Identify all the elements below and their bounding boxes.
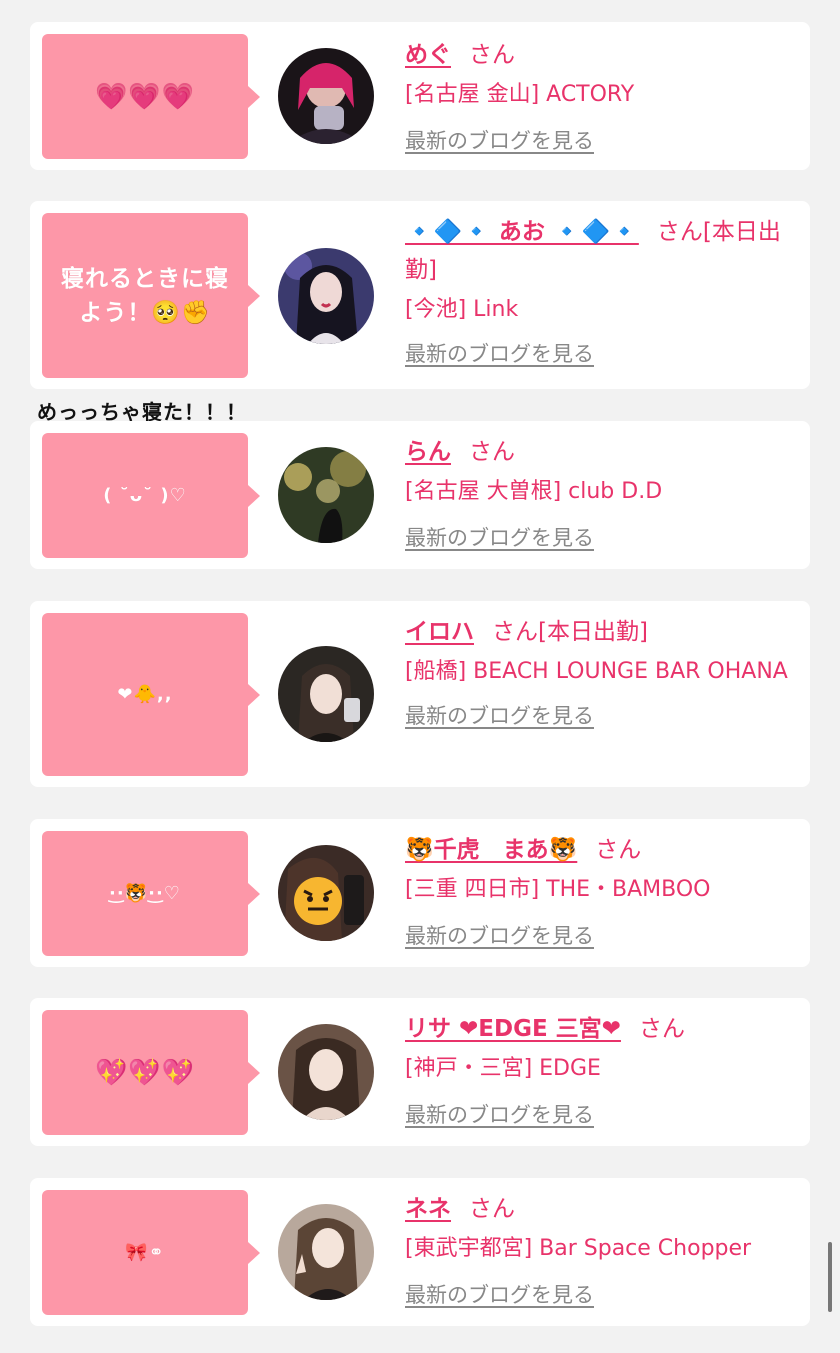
blog-title-bubble[interactable]: 💗💗💗 <box>42 34 260 159</box>
blog-title-bubble[interactable]: 寝れるときに寝よう！🥺✊ <box>42 213 260 378</box>
cast-name-link[interactable]: リサ ❤EDGE 三宮❤ <box>405 1016 621 1042</box>
cast-name-link[interactable]: 🔹🔷🔹 あお 🔹🔷🔹 <box>405 219 639 245</box>
cast-card: 💗💗💗 めぐ さん [名古屋 金山] ACTORY 最新のブログを見る <box>30 22 810 170</box>
cast-card: ·͜·🐯·͜·♡ 🐯千虎 まあ🐯 さん [三重 四日市] THE・BAMBOO 最… <box>30 819 810 967</box>
avatar-photo <box>278 845 374 941</box>
honorific-label: さん <box>469 439 515 465</box>
cast-avatar[interactable] <box>278 845 374 941</box>
avatar-photo <box>278 646 374 742</box>
blog-title-bubble[interactable]: 💖💖💖 <box>42 1010 260 1135</box>
cast-name-link[interactable]: イロハ <box>405 619 474 645</box>
avatar-photo <box>278 248 374 344</box>
latest-blog-link[interactable]: 最新のブログを見る <box>405 1279 594 1309</box>
blog-title-text: ·͜·🐯·͜·♡ <box>109 882 181 904</box>
honorific-label: さん <box>638 1016 685 1042</box>
blog-title-text: 🎀⚭ <box>125 1241 165 1263</box>
cast-card: ❤🐥,, イロハ さん[本日出勤] [船橋] BEACH LOUNGE BAR O… <box>30 601 810 787</box>
blog-title-text: ( ˘ᴗ˘ )♡ <box>103 484 187 506</box>
cast-card: ( ˘ᴗ˘ )♡ らん さん [名古屋 大曽根] club D.D 最新のブログを… <box>30 421 810 569</box>
shop-label: [名古屋 大曽根] club D.D <box>405 479 663 504</box>
blog-title-bubble[interactable]: 🎀⚭ <box>42 1190 260 1315</box>
cast-blog-feed: 💗💗💗 めぐ さん [名古屋 金山] ACTORY 最新のブログを見る 寝れるとき… <box>0 0 840 1353</box>
honorific-label: さん <box>469 42 515 68</box>
blog-title-text: 💖💖💖 <box>94 1057 196 1088</box>
avatar-photo <box>278 1204 374 1300</box>
blog-title-bubble[interactable]: ( ˘ᴗ˘ )♡ <box>42 433 260 558</box>
cast-card: 🎀⚭ ネネ さん [東武宇都宮] Bar Space Chopper 最新のブログ… <box>30 1178 810 1326</box>
blog-title-bubble[interactable]: ·͜·🐯·͜·♡ <box>42 831 260 956</box>
cast-avatar[interactable] <box>278 646 374 742</box>
latest-blog-link[interactable]: 最新のブログを見る <box>405 700 594 730</box>
blog-title-bubble[interactable]: ❤🐥,, <box>42 613 260 776</box>
blog-title-text: 💗💗💗 <box>94 81 196 112</box>
cast-avatar[interactable] <box>278 447 374 543</box>
cast-card: 💖💖💖 リサ ❤EDGE 三宮❤ さん [神戸・三宮] EDGE 最新のブログを見… <box>30 998 810 1146</box>
avatar-photo <box>278 48 374 144</box>
latest-blog-link[interactable]: 最新のブログを見る <box>405 920 594 950</box>
cast-avatar[interactable] <box>278 1204 374 1300</box>
avatar-photo <box>278 1024 374 1120</box>
shop-label: [船橋] BEACH LOUNGE BAR OHANA <box>405 659 788 684</box>
honorific-label: さん <box>595 837 642 863</box>
cast-avatar[interactable] <box>278 48 374 144</box>
latest-blog-link[interactable]: 最新のブログを見る <box>405 125 594 155</box>
shop-label: [今池] Link <box>405 297 519 322</box>
blog-title-text: 寝れるときに寝よう！🥺✊ <box>61 265 229 326</box>
shop-label: [名古屋 金山] ACTORY <box>405 82 635 107</box>
cast-name-link[interactable]: 🐯千虎 まあ🐯 <box>405 837 577 863</box>
honorific-label: さん[本日出勤] <box>492 619 648 645</box>
cast-name-link[interactable]: ネネ <box>405 1196 451 1222</box>
cast-avatar[interactable] <box>278 248 374 344</box>
shop-label: [三重 四日市] THE・BAMBOO <box>405 877 711 902</box>
cast-name-link[interactable]: らん <box>405 439 451 465</box>
latest-blog-link[interactable]: 最新のブログを見る <box>405 522 594 552</box>
honorific-label: さん <box>469 1196 515 1222</box>
cast-name-link[interactable]: めぐ <box>405 42 451 68</box>
shop-label: [神戸・三宮] EDGE <box>405 1056 601 1081</box>
latest-blog-link[interactable]: 最新のブログを見る <box>405 1099 594 1129</box>
blog-title-text: ❤🐥,, <box>117 683 173 705</box>
latest-blog-link[interactable]: 最新のブログを見る <box>405 338 594 368</box>
scrollbar-thumb[interactable] <box>828 1242 832 1312</box>
cast-card: 寝れるときに寝よう！🥺✊ 🔹🔷🔹 あお 🔹🔷🔹 さん[本日出勤] [今池] Lin… <box>30 201 810 389</box>
cast-avatar[interactable] <box>278 1024 374 1120</box>
avatar-photo <box>278 447 374 543</box>
shop-label: [東武宇都宮] Bar Space Chopper <box>405 1236 752 1261</box>
